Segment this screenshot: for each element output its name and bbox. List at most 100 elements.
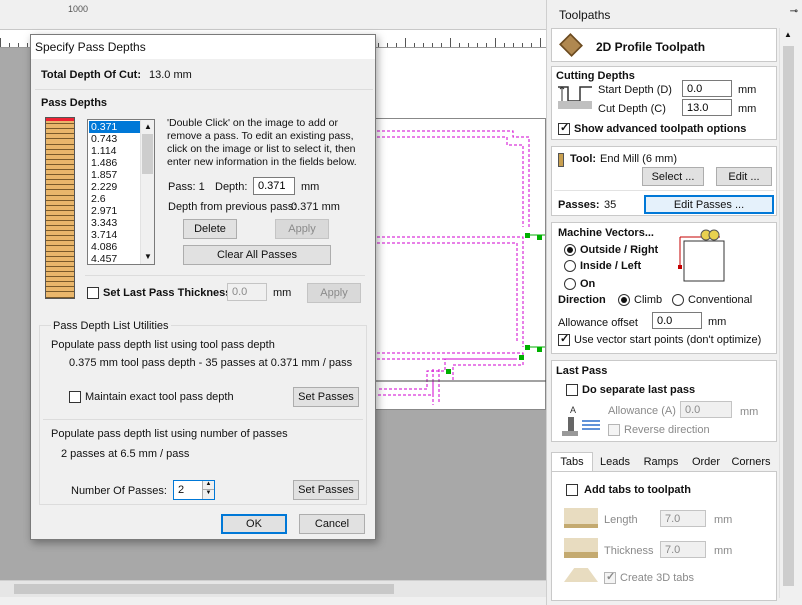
pass-list-item[interactable]: 0.371 (89, 121, 141, 133)
ok-button[interactable]: OK (221, 514, 287, 534)
cutting-depths-heading: Cutting Depths (556, 70, 635, 82)
pass-list-item[interactable]: 0.743 (89, 133, 141, 145)
direction-label: Direction (558, 294, 606, 306)
maintain-exact-depth-label[interactable]: Maintain exact tool pass depth (85, 391, 234, 403)
reverse-direction-checkbox[interactable] (608, 424, 620, 436)
add-tabs-checkbox[interactable] (566, 484, 578, 496)
pass-layer-line (46, 138, 74, 139)
scroll-up-icon[interactable]: ▲ (784, 30, 792, 39)
tab-ramps[interactable]: Ramps (637, 452, 685, 472)
pass-list-item[interactable]: 4.457 (89, 253, 141, 264)
scrollbar-thumb[interactable] (14, 584, 394, 594)
scroll-up-icon[interactable]: ▲ (144, 122, 152, 131)
tab-leads[interactable]: Leads (593, 452, 637, 472)
add-tabs-label[interactable]: Add tabs to toolpath (584, 484, 691, 496)
tab-corners[interactable]: Corners (727, 452, 775, 472)
select-tool-button[interactable]: Select ... (642, 167, 704, 186)
use-vector-start-label[interactable]: Use vector start points (don't optimize) (574, 334, 761, 346)
scroll-down-icon[interactable]: ▼ (144, 252, 152, 261)
list-scrollbar[interactable]: ▲ ▼ (140, 120, 154, 264)
pass-layer-line (46, 195, 74, 196)
on-label[interactable]: On (580, 278, 595, 290)
depth-input[interactable] (253, 177, 295, 195)
pass-list-item[interactable]: 1.486 (89, 157, 141, 169)
spin-up-icon[interactable]: ▲ (202, 481, 214, 490)
cancel-button[interactable]: Cancel (299, 514, 365, 534)
set-passes-tool-depth-button[interactable]: Set Passes (293, 387, 359, 407)
set-last-pass-label[interactable]: Set Last Pass Thickness (103, 287, 231, 299)
create-3d-tabs-checkbox[interactable] (604, 570, 616, 584)
pass-list-item[interactable]: 1.114 (89, 145, 141, 157)
tab-order[interactable]: Order (685, 452, 727, 472)
pass-depths-heading: Pass Depths (41, 97, 108, 109)
pass-list-item[interactable]: 1.857 (89, 169, 141, 181)
last-pass-thickness-input[interactable] (227, 283, 267, 301)
ruler-tick (495, 38, 496, 47)
pass-depth-image[interactable] (45, 117, 75, 299)
do-separate-last-pass-checkbox[interactable] (566, 384, 578, 396)
pass-list-item[interactable]: 2.6 (89, 193, 141, 205)
reverse-direction-label[interactable]: Reverse direction (624, 424, 710, 436)
number-of-passes-spinner[interactable]: 2 ▲ ▼ (173, 480, 215, 500)
delete-button[interactable]: Delete (183, 219, 237, 239)
create-3d-tabs-label[interactable]: Create 3D tabs (620, 572, 694, 584)
specify-pass-depths-dialog: Specify Pass Depths Total Depth Of Cut: … (30, 34, 376, 540)
panel-scrollbar[interactable]: ▲ (779, 28, 797, 598)
outside-right-radio[interactable] (564, 244, 576, 256)
outside-right-label[interactable]: Outside / Right (580, 244, 658, 256)
panel-scroll-thumb[interactable] (783, 46, 794, 586)
edit-tool-button[interactable]: Edit ... (716, 167, 772, 186)
set-passes-number-button[interactable]: Set Passes (293, 480, 359, 500)
climb-label[interactable]: Climb (634, 294, 662, 306)
pass-list-item[interactable]: 2.229 (89, 181, 141, 193)
allowance-a-input[interactable] (680, 401, 732, 418)
apply-last-pass-button[interactable]: Apply (307, 283, 361, 303)
pin-icon[interactable]: ⊸ (790, 6, 798, 17)
conventional-label[interactable]: Conventional (688, 294, 752, 306)
climb-radio[interactable] (618, 294, 630, 306)
show-advanced-label[interactable]: Show advanced toolpath options (574, 123, 746, 135)
depth-label: Depth: (215, 181, 248, 193)
tab-length-icon (564, 508, 598, 528)
ruler-label: 1000 (68, 4, 89, 14)
number-of-passes-value[interactable]: 2 (178, 484, 184, 496)
use-vector-start-checkbox[interactable] (558, 332, 570, 346)
allowance-offset-input[interactable] (652, 312, 702, 329)
vector-drawing[interactable] (373, 119, 547, 411)
set-last-pass-checkbox[interactable] (87, 287, 99, 299)
pass-layer-line (46, 174, 74, 175)
drawing-sheet[interactable] (372, 118, 547, 411)
spin-down-icon[interactable]: ▼ (202, 490, 214, 499)
tab-thickness-input[interactable] (660, 541, 706, 558)
maintain-exact-depth-checkbox[interactable] (69, 391, 81, 403)
cut-depth-diagram-icon (558, 86, 592, 109)
inside-left-radio[interactable] (564, 260, 576, 272)
toolpaths-panel: Toolpaths ⊸ 2D Profile Toolpath ▲ Cuttin… (546, 0, 802, 605)
pass-layer-line (46, 200, 74, 201)
clear-all-passes-button[interactable]: Clear All Passes (183, 245, 331, 265)
edit-passes-button[interactable]: Edit Passes ... (644, 195, 774, 214)
tool-label: Tool: (570, 153, 597, 165)
tab-length-input[interactable] (660, 510, 706, 527)
inside-left-label[interactable]: Inside / Left (580, 260, 641, 272)
pass-list-item[interactable]: 2.971 (89, 205, 141, 217)
tab-tabs[interactable]: Tabs (551, 452, 593, 472)
start-depth-input[interactable] (682, 80, 732, 97)
show-advanced-checkbox[interactable] (558, 121, 570, 135)
conventional-radio[interactable] (672, 294, 684, 306)
horizontal-scrollbar[interactable] (0, 580, 546, 597)
tabs-page: Add tabs to toolpath Length mm Thickness… (551, 471, 777, 601)
last-pass-diagram-icon: A (562, 405, 600, 436)
list-scroll-thumb[interactable] (142, 134, 153, 174)
ruler-tick (27, 43, 28, 47)
apply-depth-button[interactable]: Apply (275, 219, 329, 239)
pass-list-item[interactable]: 4.086 (89, 241, 141, 253)
on-radio[interactable] (564, 278, 576, 290)
cut-depth-input[interactable] (682, 99, 732, 116)
pass-list-item[interactable]: 3.714 (89, 229, 141, 241)
ruler-tick (486, 43, 487, 47)
pass-list-item[interactable]: 3.343 (89, 217, 141, 229)
do-separate-last-pass-label[interactable]: Do separate last pass (582, 384, 695, 396)
pass-layer-line (46, 133, 74, 134)
pass-depth-list[interactable]: 0.371 0.743 1.114 1.486 1.857 2.229 2.6 2.971 3.… (87, 119, 155, 265)
